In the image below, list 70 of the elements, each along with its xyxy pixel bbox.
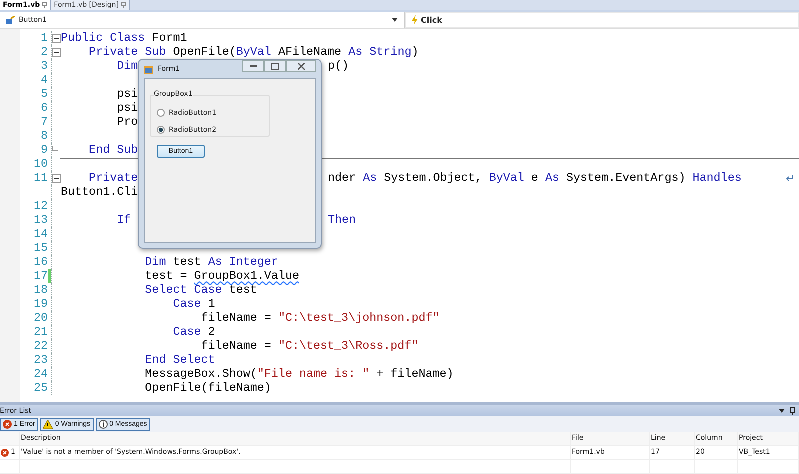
code-line: Private Sub OpenFile(ByVal AFileName As String) (88, 45, 419, 59)
line-number: 24 (34, 367, 48, 381)
line-number: 14 (34, 227, 48, 241)
code-line: Case 1 (172, 297, 216, 311)
form-icon (144, 64, 154, 74)
maximize-icon (271, 62, 279, 70)
code-line: MessageBox.Show("File name is: " + fileName) (144, 367, 454, 381)
info-icon (98, 420, 108, 428)
code-line: Dim test As Integer (144, 255, 278, 269)
line-number: 23 (34, 353, 48, 367)
maximize-button[interactable] (264, 60, 286, 72)
line-number: 10 (34, 157, 48, 171)
code-line: Case 2 (172, 325, 216, 339)
code-line: Select Case test (144, 283, 258, 297)
close-button[interactable] (286, 60, 316, 72)
code-line: fileName = "C:\test_3\Ross.pdf" (200, 339, 419, 353)
warning-icon (43, 420, 54, 428)
minimize-icon (250, 65, 256, 67)
error-icon (3, 420, 12, 428)
code-line: End Sub (88, 143, 138, 157)
line-number: 20 (34, 311, 48, 325)
line-number: 8 (40, 129, 48, 143)
collapse-icon[interactable] (52, 174, 61, 182)
code-line: p() (328, 59, 350, 73)
line-number: 18 (34, 283, 48, 297)
code-line: OpenFile(fileName) (144, 381, 272, 395)
code-line: Dim (116, 59, 138, 73)
code-line: Public Class Form1 (61, 31, 188, 45)
line-number: 4 (40, 73, 48, 87)
line-number: 21 (34, 325, 48, 339)
line-number: 15 (34, 241, 48, 255)
code-line: Then (328, 213, 356, 227)
pin-icon (120, 2, 126, 8)
code-line: test = GroupBox1.Value (144, 269, 300, 283)
code-line: Button1.Cli (61, 185, 138, 199)
dropdown-icon[interactable] (779, 408, 785, 412)
minimize-button[interactable] (242, 60, 264, 72)
line-number: 1 (40, 31, 48, 45)
code-line: psi (116, 101, 138, 115)
event-dropdown[interactable]: Click (405, 12, 799, 28)
collapse-icon[interactable] (52, 48, 61, 56)
line-number: 25 (34, 381, 48, 395)
line-number: 9 (40, 143, 48, 157)
line-number: 2 (40, 45, 48, 59)
caret-icon (392, 18, 398, 22)
collapse-icon[interactable] (52, 34, 61, 42)
code-line: Pro (116, 115, 138, 129)
line-number: 13 (34, 213, 48, 227)
pin-icon[interactable] (790, 406, 795, 414)
code-line: If (116, 213, 132, 227)
line-number: 5 (40, 87, 48, 101)
control-icon (6, 16, 16, 24)
line-number: 6 (40, 101, 48, 115)
line-number: 11 (34, 171, 48, 185)
code-line: psi (116, 87, 138, 101)
code-line: fileName = "C:\test_3\johnson.pdf" (200, 311, 440, 325)
close-icon (298, 62, 304, 70)
line-number: 22 (34, 339, 48, 353)
lightning-icon (412, 15, 418, 25)
code-line: nder As System.Object, ByVal e As System.EventArgs) Handles (328, 171, 742, 185)
line-number: 19 (34, 297, 48, 311)
line-number: 7 (40, 115, 48, 129)
line-number: 12 (34, 199, 48, 213)
code-line: Private (88, 171, 138, 185)
code-editor[interactable] (0, 29, 799, 402)
line-number: 3 (40, 59, 48, 73)
line-number: 17 (34, 269, 48, 283)
line-number: 16 (34, 255, 48, 269)
pin-icon (42, 2, 48, 8)
code-line: End Select (144, 353, 216, 367)
